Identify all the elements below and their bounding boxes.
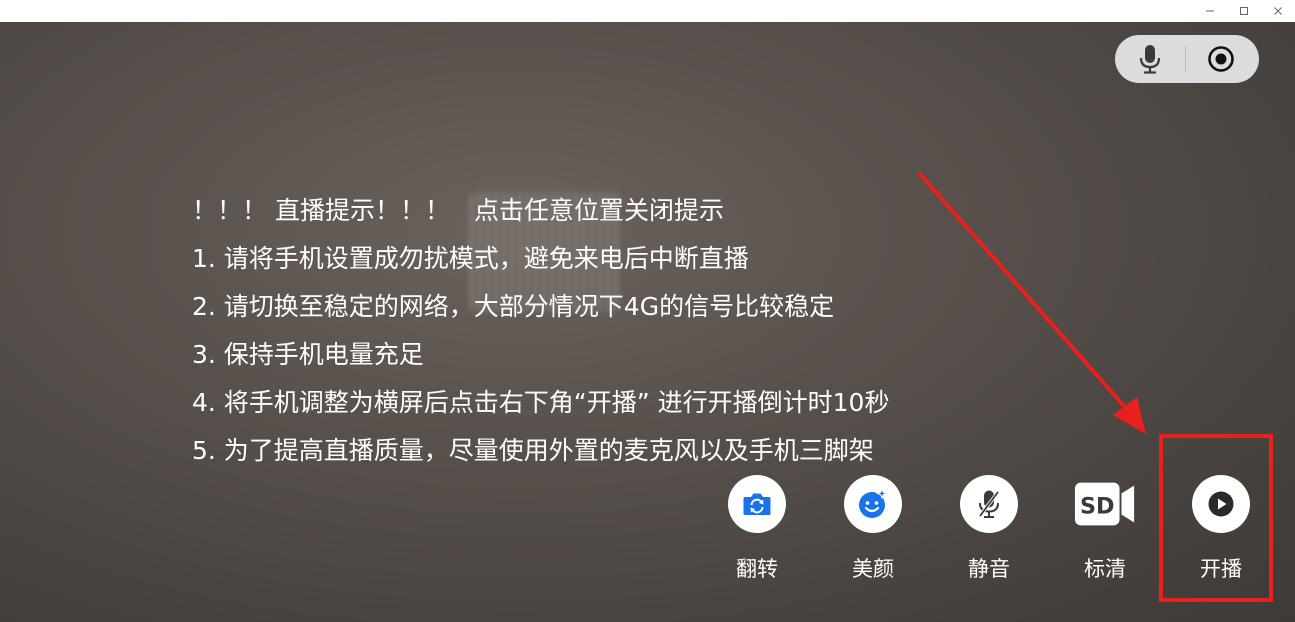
- quality-label: 标清: [1084, 557, 1126, 581]
- beauty-circle[interactable]: [844, 475, 902, 533]
- tip-item: 3. 保持手机电量充足: [192, 340, 424, 369]
- live-tips[interactable]: ！！！ 直播提示！！！ 点击任意位置关闭提示 1. 请将手机设置成勿扰模式，避免来…: [192, 187, 889, 475]
- quality-button[interactable]: SD 标清: [1065, 475, 1145, 583]
- beauty-label: 美颜: [852, 557, 894, 581]
- mute-circle[interactable]: [960, 475, 1018, 533]
- beauty-button[interactable]: 美颜: [833, 475, 913, 583]
- sd-camera-icon[interactable]: SD: [1073, 475, 1137, 533]
- window-titlebar: [0, 0, 1295, 22]
- microphone-icon[interactable]: [1115, 35, 1185, 83]
- tip-item: 2. 请切换至稳定的网络，大部分情况下4G的信号比较稳定: [192, 292, 835, 321]
- camera-preview[interactable]: ！！！ 直播提示！！！ 点击任意位置关闭提示 1. 请将手机设置成勿扰模式，避免来…: [0, 22, 1295, 622]
- minimize-icon[interactable]: [1193, 0, 1227, 22]
- maximize-icon[interactable]: [1227, 0, 1261, 22]
- beauty-face-icon: [859, 488, 888, 518]
- mic-off-icon: [978, 490, 1000, 518]
- sd-badge-text: SD: [1080, 494, 1115, 520]
- top-control-pill: [1115, 35, 1259, 83]
- record-icon[interactable]: [1186, 35, 1256, 83]
- tip-item: 1. 请将手机设置成勿扰模式，避免来电后中断直播: [192, 244, 749, 273]
- flip-camera-circle[interactable]: [728, 475, 786, 533]
- start-button-highlight: [1159, 434, 1273, 602]
- mute-button[interactable]: 静音: [949, 475, 1029, 583]
- flip-camera-button[interactable]: 翻转: [717, 475, 797, 583]
- tips-header-line: ！！！ 直播提示！！！ 点击任意位置关闭提示: [192, 187, 889, 235]
- close-icon[interactable]: [1261, 0, 1295, 22]
- camera-flip-icon: [743, 493, 771, 515]
- tip-item: 4. 将手机调整为横屏后点击右下角“开播” 进行开播倒计时10秒: [192, 388, 890, 417]
- tips-dismiss-hint[interactable]: 点击任意位置关闭提示: [474, 196, 724, 225]
- tip-item: 5. 为了提高直播质量，尽量使用外置的麦克风以及手机三脚架: [192, 436, 874, 465]
- tips-header: ！！！ 直播提示！！！: [192, 196, 450, 225]
- mute-label: 静音: [968, 557, 1010, 581]
- flip-label: 翻转: [736, 557, 778, 581]
